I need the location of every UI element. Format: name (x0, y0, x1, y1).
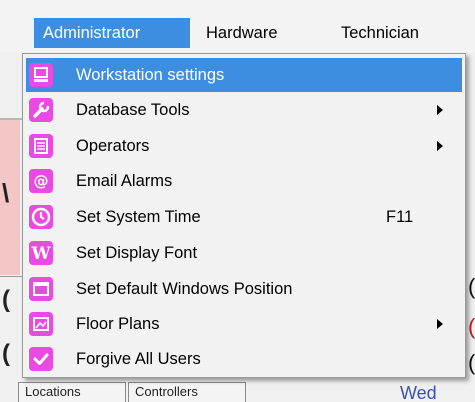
menu-item-set-default-windows-position[interactable]: Set Default Windows Position (26, 272, 462, 306)
tab-locations[interactable]: Locations (18, 382, 126, 402)
submenu-arrow-icon (437, 319, 443, 329)
background-glyph: \ (2, 178, 10, 208)
status-date-text: Wed (400, 383, 437, 402)
menu-item-operators[interactable]: Operators (26, 129, 462, 163)
menu-item-set-display-font[interactable]: W Set Display Font (26, 236, 462, 270)
checkmark-icon (29, 347, 53, 371)
menu-item-label: Operators (76, 137, 150, 155)
floor-plan-icon (29, 312, 53, 336)
submenu-arrow-icon (437, 105, 443, 115)
background-glyph: ( (468, 350, 475, 375)
background-glyph: ( (2, 286, 10, 313)
menu-administrator[interactable]: Administrator (34, 18, 190, 48)
menu-item-label: Forgive All Users (76, 350, 201, 368)
menu-bar: Administrator Hardware Technician (0, 0, 475, 52)
menu-item-database-tools[interactable]: Database Tools (26, 93, 462, 127)
menu-item-set-system-time[interactable]: Set System Time F11 (26, 200, 462, 234)
background-divider (0, 276, 22, 277)
menu-item-label: Set Display Font (76, 244, 198, 262)
menu-item-label: Database Tools (76, 101, 190, 119)
menu-item-email-alarms[interactable]: @ Email Alarms (26, 164, 462, 198)
menu-item-label: Set Default Windows Position (76, 280, 293, 298)
wrench-icon (29, 98, 53, 122)
menu-item-label: Floor Plans (76, 315, 160, 333)
svg-text:W: W (30, 244, 51, 264)
background-glyph: ( (468, 274, 475, 299)
tab-controllers[interactable]: Controllers (128, 382, 246, 402)
menu-item-label: Email Alarms (76, 172, 173, 190)
svg-text:@: @ (34, 172, 49, 190)
menu-technician[interactable]: Technician (331, 18, 429, 48)
window-icon (29, 277, 53, 301)
menu-item-workstation-settings[interactable]: Workstation settings (26, 58, 462, 92)
submenu-arrow-icon (437, 141, 443, 151)
menu-item-label: Workstation settings (76, 66, 225, 84)
administrator-dropdown-menu: Workstation settings Database Tools Oper… (22, 53, 466, 378)
menu-hardware[interactable]: Hardware (196, 18, 288, 48)
background-glyph: ( (468, 314, 475, 339)
monitor-icon (29, 63, 53, 87)
menu-item-shortcut: F11 (386, 208, 414, 226)
operators-list-icon (29, 134, 53, 158)
clock-icon (29, 205, 53, 229)
email-at-icon: @ (29, 169, 53, 193)
menu-item-floor-plans[interactable]: Floor Plans (26, 307, 462, 341)
menu-item-forgive-all-users[interactable]: Forgive All Users (26, 342, 462, 376)
menu-item-label: Set System Time (76, 208, 201, 226)
background-glyph: ( (2, 340, 10, 367)
font-w-icon: W (29, 241, 53, 265)
